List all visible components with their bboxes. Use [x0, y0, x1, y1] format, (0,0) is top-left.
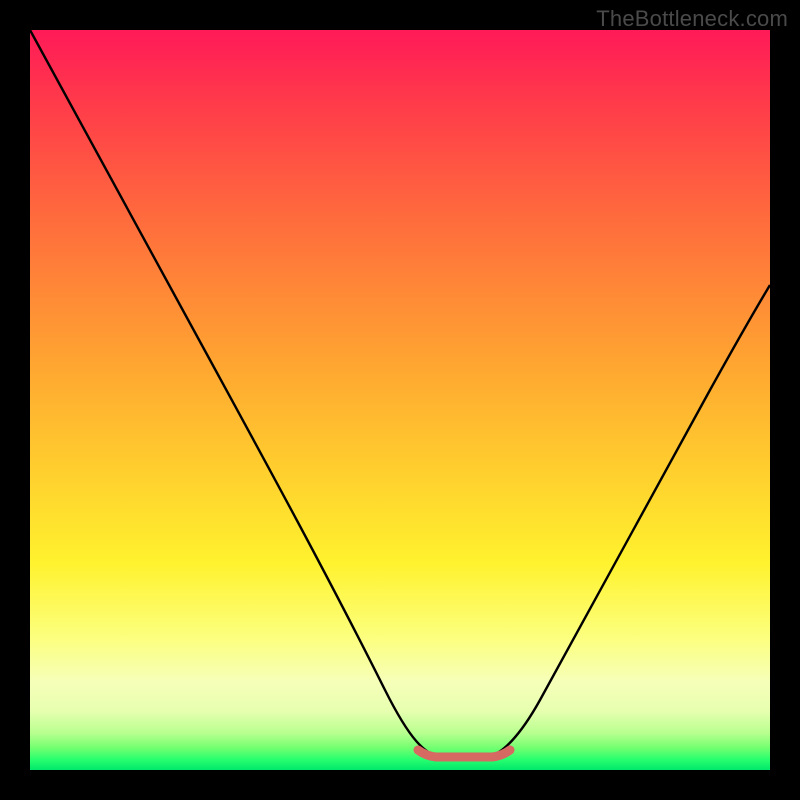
plot-area — [30, 30, 770, 770]
chart-frame: TheBottleneck.com — [0, 0, 800, 800]
flat-minimum-path — [418, 750, 510, 757]
bottleneck-curve-path — [30, 30, 770, 757]
curve-svg — [30, 30, 770, 770]
watermark-text: TheBottleneck.com — [596, 6, 788, 32]
